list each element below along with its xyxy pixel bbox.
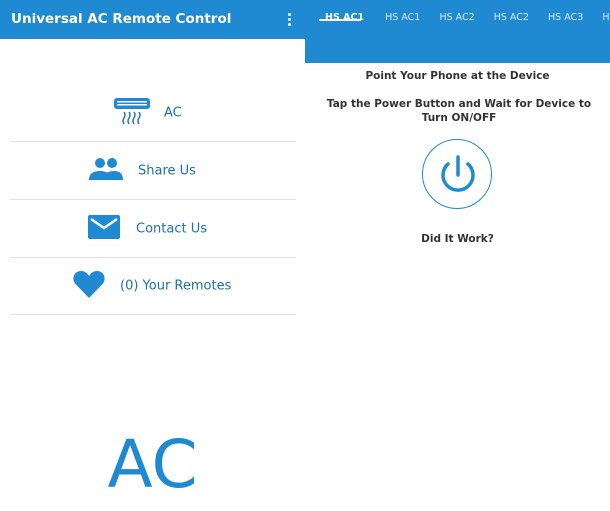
app-bar: Universal AC Remote Control — [0, 0, 305, 39]
did-it-work-prompt[interactable]: Did It Work? — [305, 233, 610, 245]
people-icon — [89, 157, 123, 185]
app-title: Universal AC Remote Control — [11, 11, 232, 27]
power-icon — [441, 155, 475, 192]
remote-screen: HS AC1 HS AC1 HS AC2 HS AC2 HS AC3 HS AC… — [305, 0, 610, 511]
menu-item-label: Share Us — [138, 163, 196, 178]
menu-item-share-us[interactable]: Share Us — [10, 142, 296, 200]
air-conditioner-icon — [113, 97, 151, 129]
tab-hs-ac3[interactable]: HS AC3 — [540, 12, 589, 23]
heart-icon — [73, 270, 105, 302]
menu-item-contact-us[interactable]: Contact Us — [10, 200, 296, 258]
main-menu-screen: Universal AC Remote Control AC Share Us … — [0, 0, 305, 511]
remote-tab-bar: HS AC1 HS AC1 HS AC2 HS AC2 HS AC3 HS AC — [305, 0, 610, 63]
tab-hs-ac1-alt[interactable]: HS AC1 — [375, 12, 426, 23]
tab-hs-ac2[interactable]: HS AC2 — [431, 12, 480, 23]
power-button[interactable] — [422, 139, 492, 209]
menu-item-label: Contact Us — [136, 221, 207, 236]
instruction-point: Point Your Phone at the Device — [365, 70, 550, 82]
menu-item-label: AC — [164, 105, 182, 120]
menu-item-label: (0) Your Remotes — [120, 278, 232, 293]
menu-item-ac[interactable]: AC — [10, 84, 296, 142]
brand-logo-text: AC — [107, 426, 198, 503]
instruction-tap: Tap the Power Button and Wait for Device… — [326, 98, 592, 124]
more-options-icon[interactable] — [284, 13, 294, 27]
tab-hs-ac-partial[interactable]: HS AC — [594, 12, 610, 23]
active-tab-indicator — [319, 19, 361, 21]
tab-hs-ac2-alt[interactable]: HS AC2 — [486, 12, 535, 23]
tab-hs-ac1[interactable]: HS AC1 — [305, 12, 370, 23]
menu-item-your-remotes[interactable]: (0) Your Remotes — [10, 257, 296, 315]
mail-icon — [88, 214, 120, 243]
